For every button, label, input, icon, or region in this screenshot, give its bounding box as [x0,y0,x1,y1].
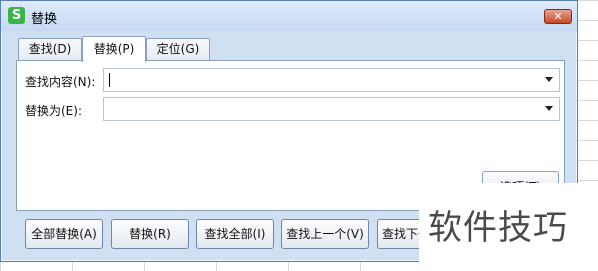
replace-button[interactable]: 替换(R) [111,219,189,249]
title-bar[interactable]: S 替换 ✕ [1,1,577,31]
find-input[interactable] [103,68,560,92]
close-icon: ✕ [553,10,563,23]
tab-replace[interactable]: 替换(P) [82,36,146,62]
find-all-button[interactable]: 查找全部(I) [196,219,274,249]
close-button[interactable]: ✕ [544,9,572,24]
find-label: 查找内容(N): [25,75,96,89]
replace-label: 替换为(E): [25,104,82,118]
tab-goto[interactable]: 定位(G) [146,38,210,60]
tab-find[interactable]: 查找(D) [18,38,82,60]
replace-input[interactable] [103,97,560,121]
replace-all-button[interactable]: 全部替换(A) [25,219,103,249]
wps-app-icon: S [8,7,25,24]
dropdown-arrow-icon[interactable] [545,106,553,111]
watermark-text: 软件技巧 [428,208,568,248]
dropdown-arrow-icon[interactable] [545,77,553,82]
find-previous-button[interactable]: 查找上一个(V) [281,219,369,249]
text-caret [109,73,110,87]
dialog-title: 替换 [31,12,58,27]
